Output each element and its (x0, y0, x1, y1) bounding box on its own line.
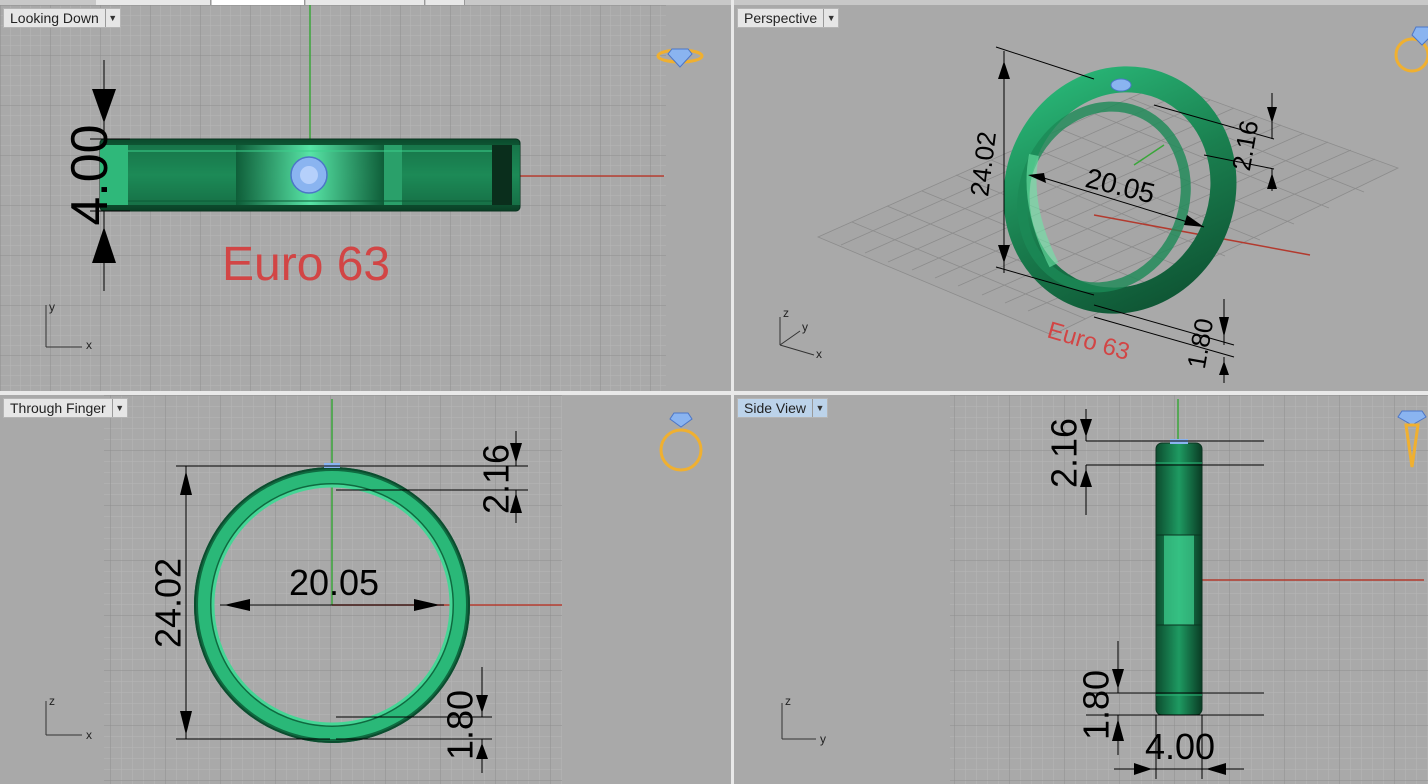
dimension-label-top: 2.16 (476, 444, 517, 514)
axis-z-label: z (49, 694, 55, 708)
chevron-down-icon[interactable]: ▼ (812, 399, 827, 417)
viewport-name: Looking Down (10, 10, 99, 26)
ring-side-view (1155, 439, 1203, 716)
dimension-label-width: 4.00 (1145, 726, 1215, 767)
ring-front-icon (659, 412, 703, 472)
dimension-label-inner: 20.05 (289, 562, 379, 603)
viewport-title-perspective[interactable]: Perspective ▼ (737, 8, 840, 28)
viewport-name: Side View (744, 400, 807, 416)
axis-x-label: x (86, 728, 92, 742)
perspective-scene: 24.02 20.05 2.16 1.80 Euro 63 z y x (779, 26, 1428, 383)
viewport-splitter-horizontal[interactable] (0, 391, 1428, 395)
dimension-label-bottom: 1.80 (1076, 670, 1117, 740)
axis-z-label: z (785, 694, 791, 708)
chevron-down-icon[interactable]: ▼ (823, 9, 838, 27)
axis-y-label: y (49, 300, 55, 314)
viewport-looking-down[interactable]: 4.00 Euro 63 y x Looking Down ▼ (0, 5, 731, 391)
axis-x-label: x (86, 338, 92, 352)
viewport-title-side-view[interactable]: Side View ▼ (737, 398, 829, 418)
dimension-label-top: 2.16 (1044, 418, 1085, 488)
top-left-text-layer: 4.00 Euro 63 y x (45, 48, 704, 352)
dimension-label-outer: 24.02 (148, 558, 189, 648)
viewport-name: Through Finger (10, 400, 106, 416)
axis-y-label: y (820, 732, 826, 746)
viewport-title-looking-down[interactable]: Looking Down ▼ (3, 8, 121, 28)
viewport-title-through-finger[interactable]: Through Finger ▼ (3, 398, 128, 418)
dimension-label-bottom: 1.80 (440, 690, 481, 760)
through-finger-scene: 24.02 20.05 2.16 1.80 z x (45, 395, 703, 784)
chevron-down-icon[interactable]: ▼ (111, 399, 127, 417)
axis-z-label: z (783, 306, 789, 320)
side-view-scene: 2.16 1.80 4.00 z y (781, 395, 1428, 784)
axis-x-label: x (816, 347, 822, 361)
dimension-label-1-80: 1.80 (1181, 316, 1219, 371)
viewport-name: Perspective (744, 10, 818, 26)
chevron-down-icon[interactable]: ▼ (104, 9, 120, 27)
viewport-perspective[interactable]: 24.02 20.05 2.16 1.80 Euro 63 z y x Pers… (734, 5, 1428, 391)
viewport-through-finger[interactable]: 24.02 20.05 2.16 1.80 z x Through Finger… (0, 395, 731, 784)
axis-y-label: y (802, 320, 808, 334)
ring-size-annotation: Euro 63 (222, 238, 390, 291)
ring-top-icon (656, 48, 704, 68)
viewport-side-view[interactable]: 2.16 1.80 4.00 z y Side View ▼ (734, 395, 1428, 784)
dimension-label-4-00: 4.00 (61, 124, 119, 225)
ring-perspective-icon (1394, 26, 1428, 73)
